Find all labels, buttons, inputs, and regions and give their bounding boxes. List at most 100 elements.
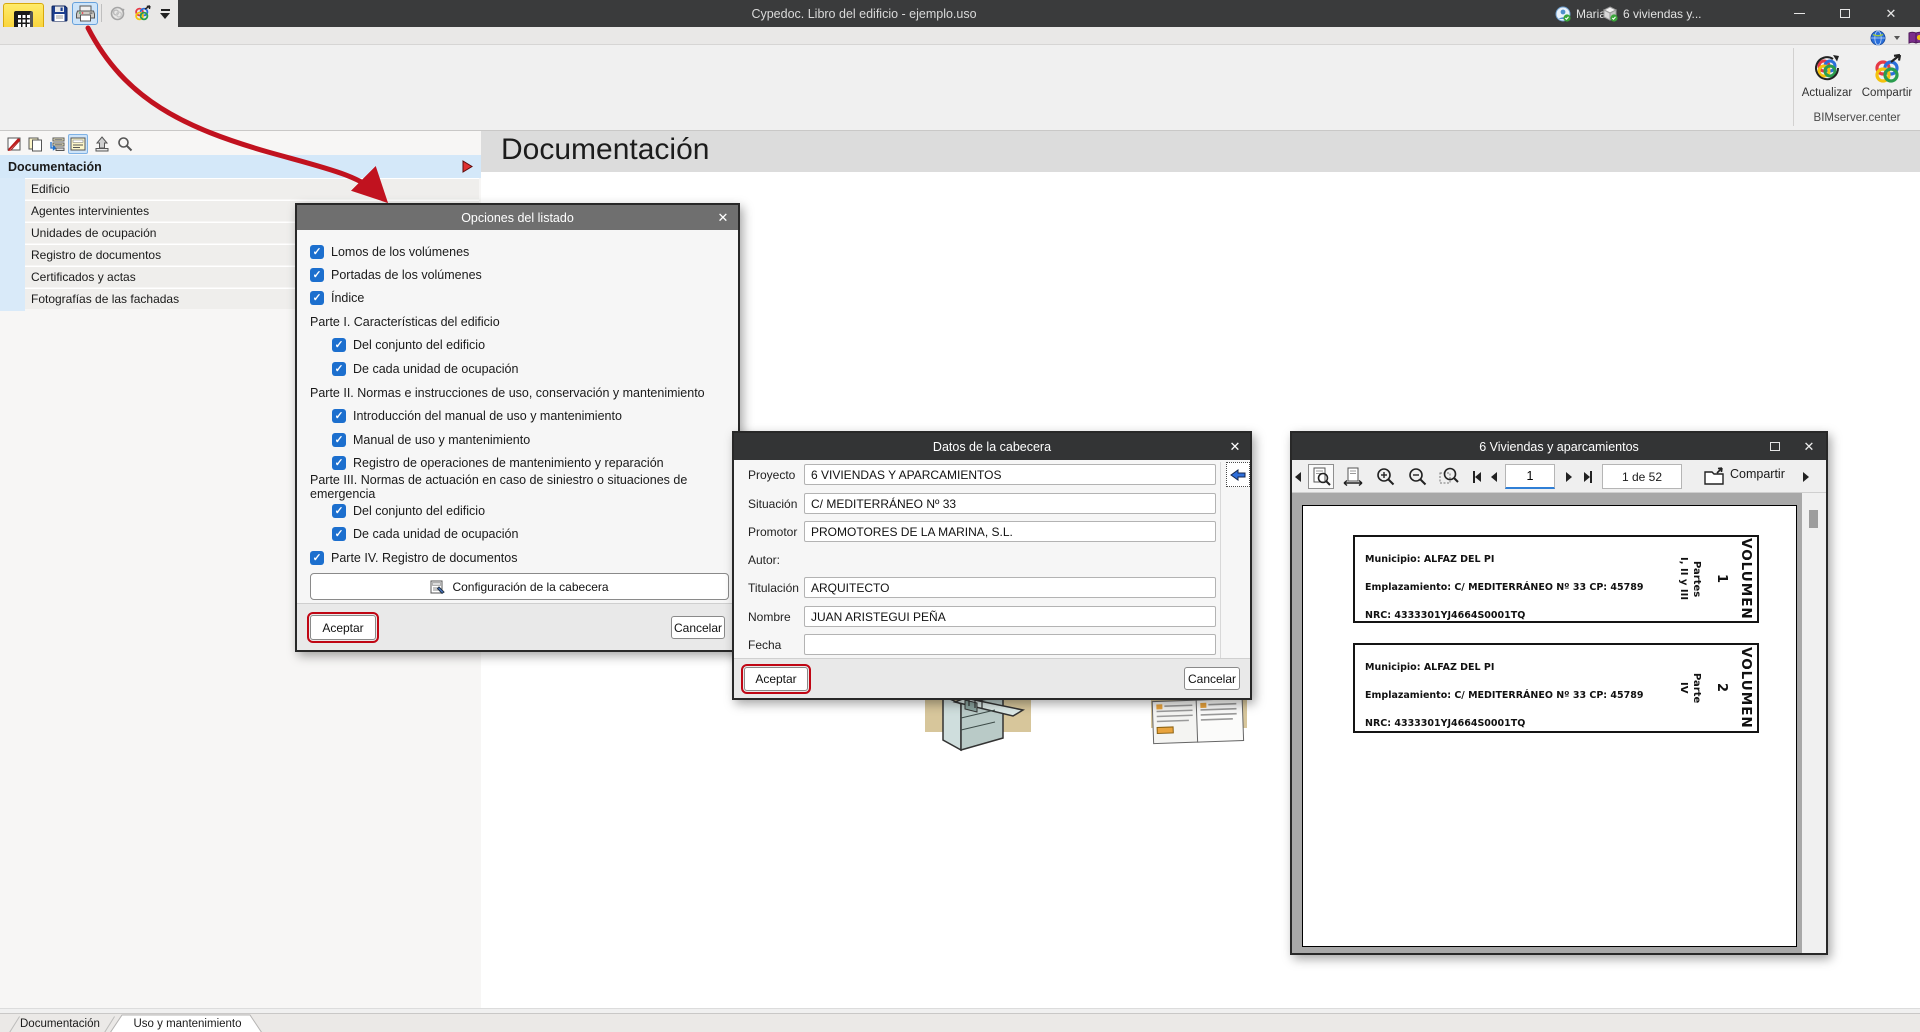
preview-compartir-label[interactable]: Compartir [1730, 467, 1785, 481]
option-unidad-ocupacion-2[interactable]: De cada unidad de ocupación [332, 524, 518, 544]
option-portadas[interactable]: Portadas de los volúmenes [310, 265, 482, 285]
situacion-input[interactable] [804, 493, 1216, 514]
last-page-button[interactable] [1579, 464, 1597, 489]
title-bar: Cypedoc. Libro del edificio - ejemplo.us… [0, 0, 1920, 27]
titulacion-input[interactable] [804, 577, 1216, 598]
tree-item-label: Registro de documentos [31, 248, 162, 262]
tab-uso-mantenimiento[interactable]: Uso y mantenimiento [125, 1014, 250, 1032]
print-button[interactable] [72, 2, 98, 25]
preview-compartir-button[interactable] [1702, 464, 1728, 489]
toolbar-more-button[interactable] [155, 2, 175, 25]
tree-item-label: Edificio [31, 182, 70, 196]
opciones-cancelar-button[interactable]: Cancelar [671, 616, 725, 639]
globe-dropdown-icon[interactable] [1894, 36, 1900, 40]
option-manual-uso[interactable]: Manual de uso y mantenimiento [332, 430, 530, 450]
project-chip[interactable]: 6 viviendas y... [1602, 0, 1701, 27]
header-config-icon [430, 580, 446, 594]
fecha-input[interactable] [804, 634, 1216, 655]
checkbox-checked-icon[interactable] [310, 245, 324, 259]
main-header-band: Documentación [481, 131, 1920, 172]
fit-width-button[interactable] [1340, 464, 1366, 489]
datos-close-button[interactable]: ✕ [1220, 433, 1250, 460]
nombre-input[interactable] [804, 606, 1216, 627]
checkbox-checked-icon[interactable] [332, 504, 346, 518]
compartir-label: Compartir [1861, 87, 1913, 99]
checkbox-checked-icon[interactable] [332, 362, 346, 376]
copy-element-button[interactable] [25, 134, 45, 154]
save-button[interactable] [48, 2, 70, 25]
help-book-icon[interactable] [1908, 31, 1920, 45]
first-page-button[interactable] [1468, 464, 1486, 489]
checkbox-checked-icon[interactable] [310, 551, 324, 565]
maximize-icon [1840, 9, 1850, 18]
checkbox-checked-icon[interactable] [332, 456, 346, 470]
option-lomos[interactable]: Lomos de los volúmenes [310, 242, 469, 262]
maximize-button[interactable] [1822, 0, 1868, 27]
datos-cancelar-button[interactable]: Cancelar [1184, 667, 1240, 690]
datos-dialog-titlebar[interactable]: Datos de la cabecera ✕ [734, 433, 1250, 460]
option-label: Introducción del manual de uso y manteni… [353, 409, 622, 423]
list-options-button[interactable] [68, 134, 88, 154]
datos-aceptar-button[interactable]: Aceptar [741, 664, 811, 694]
checkbox-checked-icon[interactable] [332, 409, 346, 423]
configuracion-cabecera-button[interactable]: Configuración de la cabecera [310, 573, 729, 600]
option-indice[interactable]: Índice [310, 288, 364, 308]
sidebar-item-documentacion[interactable]: Documentación [0, 155, 481, 178]
zoom-window-button[interactable] [1436, 464, 1462, 489]
option-unidad-ocupacion-1[interactable]: De cada unidad de ocupación [332, 359, 518, 379]
opciones-dialog-titlebar[interactable]: Opciones del listado ✕ [297, 205, 738, 230]
toolbar-scroll-right-button[interactable] [1800, 464, 1812, 489]
cancelar-label: Cancelar [1187, 671, 1237, 686]
zoom-out-button[interactable] [1404, 464, 1430, 489]
preview-titlebar[interactable]: 6 Viviendas y aparcamientos [1292, 433, 1826, 460]
option-conjunto-edificio-2[interactable]: Del conjunto del edificio [332, 501, 485, 521]
opciones-aceptar-button[interactable]: Aceptar [307, 612, 379, 643]
page-number-input[interactable] [1505, 464, 1555, 489]
user-chip[interactable]: Maria [1555, 0, 1606, 27]
checkbox-checked-icon[interactable] [332, 527, 346, 541]
option-conjunto-edificio-1[interactable]: Del conjunto del edificio [332, 335, 485, 355]
ribbon-group-separator [1793, 48, 1794, 126]
preview-mode-button[interactable] [1308, 464, 1334, 489]
filing-cabinet-illustration [925, 696, 1031, 752]
option-label: Lomos de los volúmenes [331, 245, 470, 259]
prev-page-button[interactable] [1487, 464, 1501, 489]
export-button[interactable] [92, 134, 112, 154]
checkbox-checked-icon[interactable] [310, 268, 324, 282]
sidebar-item-edificio[interactable]: Edificio [25, 178, 479, 199]
option-introduccion-manual[interactable]: Introducción del manual de uso y manteni… [332, 406, 622, 426]
update-bim-button[interactable] [106, 2, 128, 25]
search-button[interactable] [115, 134, 135, 154]
checkbox-checked-icon[interactable] [332, 433, 346, 447]
preview-close-button[interactable]: ✕ [1792, 433, 1826, 460]
promotor-input[interactable] [804, 521, 1216, 542]
proyecto-input[interactable] [804, 464, 1216, 485]
tab-documentacion[interactable]: Documentación [20, 1014, 100, 1032]
volume1-partes-detail: I, II y III [1678, 557, 1689, 601]
actualizar-button[interactable]: Actualizar [1797, 52, 1857, 99]
edit-element-button[interactable] [4, 134, 24, 154]
volume1-partes-label: Partes [1691, 560, 1702, 598]
chevron-right-icon [1803, 471, 1809, 482]
preview-scrollbar[interactable] [1802, 493, 1826, 953]
checkbox-checked-icon[interactable] [332, 338, 346, 352]
minimize-button[interactable] [1776, 0, 1822, 27]
close-button[interactable]: ✕ [1868, 0, 1914, 27]
zoom-in-button[interactable] [1372, 464, 1398, 489]
option-parte-iv[interactable]: Parte IV. Registro de documentos [310, 548, 517, 568]
toolbar-scroll-left-button[interactable] [1292, 464, 1304, 489]
next-page-button[interactable] [1562, 464, 1576, 489]
print-list-button[interactable] [47, 134, 67, 154]
option-registro-operaciones[interactable]: Registro de operaciones de mantenimiento… [332, 453, 664, 473]
scrollbar-thumb[interactable] [1809, 510, 1818, 528]
share-bim-button[interactable] [130, 2, 154, 25]
option-label: Manual de uso y mantenimiento [353, 433, 531, 447]
project-name: 6 viviendas y... [1623, 6, 1702, 21]
opciones-close-button[interactable]: ✕ [708, 205, 738, 230]
preview-maximize-button[interactable] [1758, 433, 1792, 460]
compartir-button[interactable]: Compartir [1857, 52, 1917, 99]
print-icon [75, 5, 95, 22]
checkbox-checked-icon[interactable] [310, 291, 324, 305]
web-globe-icon[interactable] [1870, 30, 1886, 46]
restore-default-button[interactable] [1226, 462, 1250, 487]
